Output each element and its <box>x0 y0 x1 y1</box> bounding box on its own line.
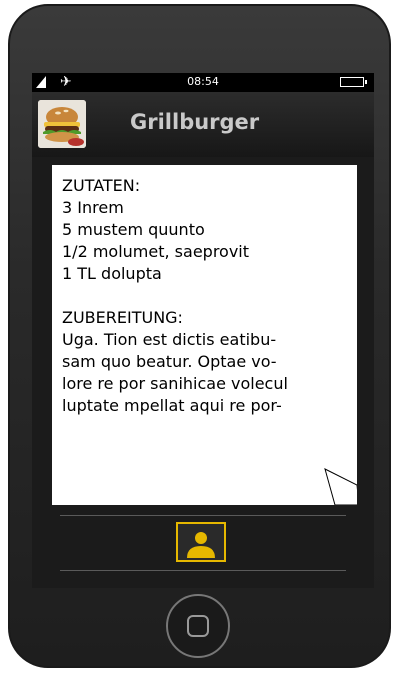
page-title: Grillburger <box>130 110 260 134</box>
home-button[interactable] <box>166 594 230 658</box>
burger-image <box>38 100 86 148</box>
screen: ✈ 08:54 Grillburger ZUTATEN: 3 Inrem 5 m… <box>32 73 374 588</box>
status-bar: ✈ 08:54 <box>32 73 374 92</box>
ingredients-heading: ZUTATEN: <box>62 176 141 195</box>
preparation-heading: ZUBEREITUNG: <box>62 308 183 327</box>
ingredient-item: 5 mustem quunto <box>62 220 205 239</box>
recipe-card[interactable]: ZUTATEN: 3 Inrem 5 mustem quunto 1/2 mol… <box>52 165 357 505</box>
person-icon <box>187 532 215 558</box>
home-button-icon <box>187 615 209 637</box>
ingredient-item: 1 TL dolupta <box>62 264 162 283</box>
battery-icon <box>340 77 367 87</box>
divider <box>60 570 346 571</box>
preparation-line: Uga. Tion est dictis eatibu- <box>62 330 277 349</box>
bottom-bar <box>32 515 374 575</box>
divider <box>60 515 346 516</box>
preparation-line: lore re por sanihicae volecul <box>62 374 288 393</box>
ingredient-item: 3 Inrem <box>62 198 124 217</box>
app-header: Grillburger <box>32 92 374 157</box>
ingredient-item: 1/2 molumet, saeprovit <box>62 242 250 261</box>
scroll-tail-icon <box>324 468 357 505</box>
preparation-line: luptate mpellat aqui re por- <box>62 396 282 415</box>
preparation-line: sam quo beatur. Optae vo- <box>62 352 277 371</box>
profile-button[interactable] <box>176 522 226 562</box>
status-time: 08:54 <box>187 75 219 88</box>
